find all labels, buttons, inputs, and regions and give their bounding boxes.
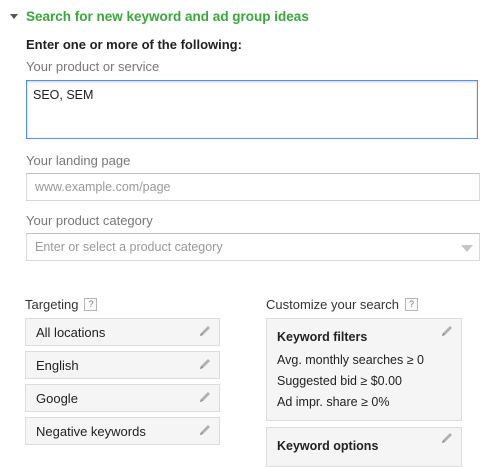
keyword-filters-card[interactable]: Keyword filters Avg. monthly searches ≥ … — [266, 318, 462, 421]
targeting-heading: Targeting ? — [25, 297, 98, 312]
product-textarea[interactable]: SEO, SEM — [26, 80, 478, 139]
section-title[interactable]: Search for new keyword and ad group idea… — [26, 9, 309, 24]
section-toggle[interactable]: Search for new keyword and ad group idea… — [10, 7, 309, 25]
targeting-item-label: All locations — [36, 324, 106, 340]
pencil-icon[interactable] — [198, 357, 212, 371]
targeting-item-label: English — [36, 357, 79, 373]
keyword-options-card[interactable]: Keyword options — [266, 427, 462, 467]
customize-heading: Customize your search ? — [266, 297, 418, 312]
targeting-network[interactable]: Google — [25, 384, 220, 412]
filter-line: Ad impr. share ≥ 0% — [277, 395, 390, 409]
targeting-item-label: Negative keywords — [36, 423, 146, 439]
help-icon[interactable]: ? — [84, 298, 98, 311]
customize-title: Customize your search — [266, 297, 399, 312]
landing-page-placeholder: www.example.com/page — [35, 180, 171, 194]
targeting-negative-keywords[interactable]: Negative keywords — [25, 417, 220, 445]
triangle-down-icon[interactable] — [10, 14, 18, 19]
category-label: Your product category — [26, 213, 153, 228]
keyword-filters-title: Keyword filters — [277, 330, 368, 344]
dropdown-arrow-icon[interactable] — [461, 245, 473, 252]
targeting-language[interactable]: English — [25, 351, 220, 379]
category-select[interactable]: Enter or select a product category — [26, 233, 480, 261]
targeting-title: Targeting — [25, 297, 79, 312]
pencil-icon[interactable] — [440, 431, 454, 445]
filter-line: Suggested bid ≥ $0.00 — [277, 374, 403, 388]
category-placeholder: Enter or select a product category — [35, 240, 223, 254]
targeting-item-label: Google — [36, 390, 78, 406]
pencil-icon[interactable] — [198, 324, 212, 338]
help-icon[interactable]: ? — [404, 298, 418, 311]
pencil-icon[interactable] — [198, 423, 212, 437]
pencil-icon[interactable] — [198, 390, 212, 404]
product-value: SEO, SEM — [33, 88, 94, 102]
landing-page-label: Your landing page — [26, 153, 131, 168]
instructions-text: Enter one or more of the following: — [26, 37, 242, 52]
product-label: Your product or service — [26, 59, 160, 74]
landing-page-input[interactable]: www.example.com/page — [26, 173, 480, 201]
filter-line: Avg. monthly searches ≥ 0 — [277, 353, 424, 367]
pencil-icon[interactable] — [440, 324, 454, 338]
keyword-options-title: Keyword options — [277, 439, 379, 453]
targeting-locations[interactable]: All locations — [25, 318, 220, 346]
